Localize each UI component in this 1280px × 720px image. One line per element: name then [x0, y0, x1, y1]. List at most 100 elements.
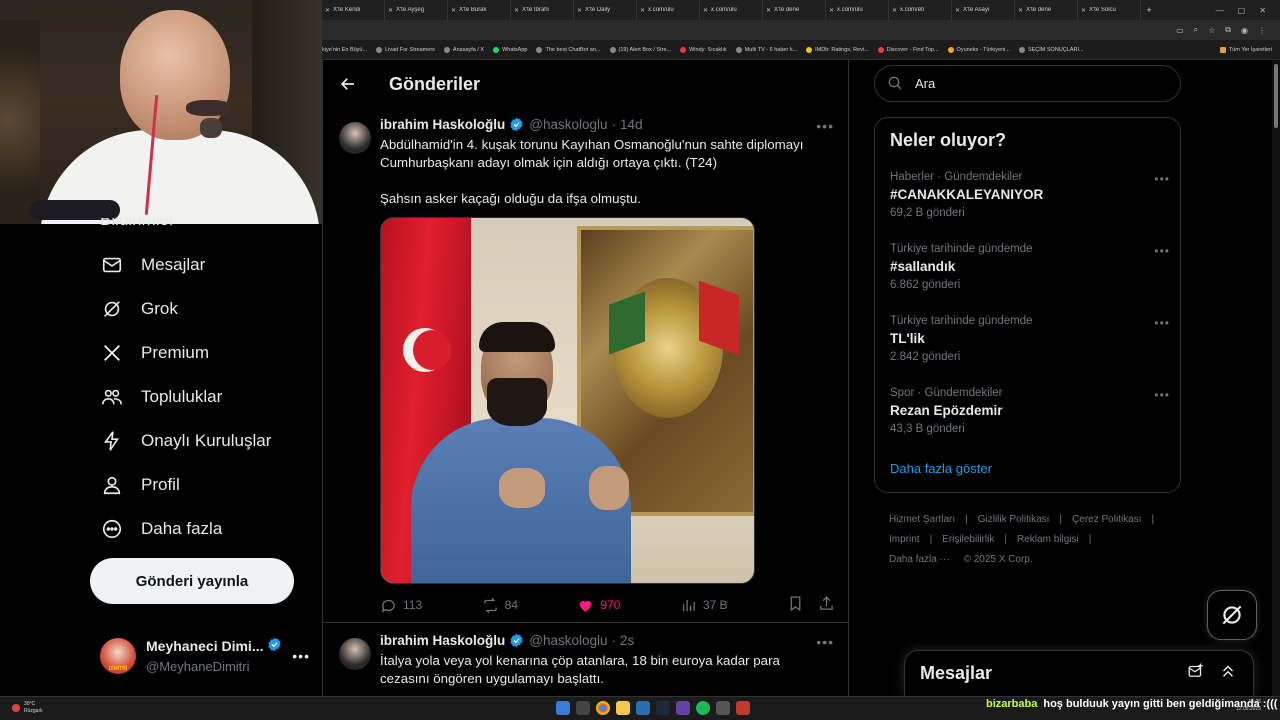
taskbar-clock[interactable]: 15:25 12.08.2025: [1236, 699, 1261, 713]
close-tab-icon[interactable]: ✕: [829, 7, 834, 14]
close-tab-icon[interactable]: ✕: [325, 7, 330, 14]
footer-link-accessibility[interactable]: Erişilebilirlik: [942, 530, 994, 550]
weather-widget[interactable]: 30°C Rüzgarlı: [12, 701, 43, 715]
close-window-icon[interactable]: ✕: [1259, 6, 1266, 15]
tweet-author-name[interactable]: ibrahim Haskoloğlu: [380, 117, 505, 132]
extensions-icon[interactable]: ⧉: [1225, 25, 1231, 35]
profile-icon[interactable]: ◉: [1241, 26, 1248, 35]
post-button[interactable]: Gönderi yayınla: [90, 558, 294, 604]
tweet-avatar[interactable]: [339, 638, 371, 670]
close-tab-icon[interactable]: ✕: [451, 7, 456, 14]
close-tab-icon[interactable]: ✕: [955, 7, 960, 14]
browser-tab[interactable]: ✕ x.com/ulu: [700, 0, 763, 20]
browser-tab[interactable]: ✕ x.com/eti: [889, 0, 952, 20]
more-dots-icon[interactable]: •••: [816, 118, 834, 134]
bookmark-item[interactable]: Oyuneks - Türkiyeni...: [947, 46, 1010, 53]
bookmark-item[interactable]: Livad For Streamers: [376, 46, 435, 53]
bookmark-item[interactable]: (19) Alert Box / Stre...: [609, 46, 671, 53]
sidebar-item-notifications-cut[interactable]: Bildirimler: [100, 218, 175, 226]
browser-tab[interactable]: ✕ X'te Asayi: [952, 0, 1015, 20]
app-icon[interactable]: [636, 701, 650, 715]
tweet-author-name[interactable]: ibrahim Haskoloğlu: [380, 633, 505, 648]
search-box[interactable]: [874, 65, 1181, 102]
messages-drawer[interactable]: Mesajlar: [904, 650, 1254, 696]
bookmark-item[interactable]: kiye'nin En Büyü...: [322, 47, 367, 53]
browser-tab[interactable]: ✕ X'te Burak: [448, 0, 511, 20]
footer-link-terms[interactable]: Hizmet Şartları: [889, 510, 955, 530]
account-switcher[interactable]: DİMİTRİ Meyhaneci Dimi... @MeyhaneDimitr…: [100, 636, 310, 676]
bookmark-item[interactable]: Anasayfa / X: [443, 46, 484, 53]
close-tab-icon[interactable]: ✕: [1018, 7, 1023, 14]
close-tab-icon[interactable]: ✕: [892, 7, 897, 14]
minimize-icon[interactable]: —: [1216, 6, 1224, 15]
sidebar-item-grok[interactable]: Grok: [100, 294, 178, 324]
bookmark-item[interactable]: Multi TV - 6 haber k...: [735, 46, 797, 53]
tweet-photo[interactable]: [380, 217, 755, 584]
views-button[interactable]: 37 B: [680, 597, 728, 614]
close-tab-icon[interactable]: ✕: [640, 7, 645, 14]
app-icon[interactable]: [716, 701, 730, 715]
spotify-icon[interactable]: [696, 701, 710, 715]
trend-item[interactable]: Türkiye tarihinde gündemde TL'lik 2.842 …: [890, 314, 1170, 374]
tweet-author-handle[interactable]: @haskologlu: [529, 633, 607, 648]
new-message-icon[interactable]: [1187, 662, 1205, 685]
new-tab-button[interactable]: +: [1141, 5, 1157, 15]
more-dots-icon[interactable]: •••: [1154, 244, 1170, 258]
footer-link-privacy[interactable]: Gizlilik Politikası: [978, 510, 1050, 530]
footer-link-more[interactable]: Daha fazla ···: [889, 550, 950, 570]
close-tab-icon[interactable]: ✕: [577, 7, 582, 14]
reply-button[interactable]: 113: [380, 597, 422, 614]
trend-item[interactable]: Türkiye tarihinde gündemde #sallandık 6.…: [890, 242, 1170, 302]
back-arrow-icon[interactable]: [339, 74, 359, 94]
page-scrollbar[interactable]: [1272, 60, 1280, 696]
expand-up-icon[interactable]: [1219, 662, 1237, 685]
close-tab-icon[interactable]: ✕: [766, 7, 771, 14]
all-bookmarks-folder[interactable]: Tüm Yer İşaretleri: [1219, 46, 1272, 53]
app-icon[interactable]: [736, 701, 750, 715]
tweet-timestamp[interactable]: 14d: [620, 117, 643, 132]
browser-tab[interactable]: ✕ X'te Kendi: [322, 0, 385, 20]
share-icon[interactable]: [818, 595, 835, 615]
trend-item[interactable]: Spor · Gündemdekiler Rezan Epözdemir 43,…: [890, 386, 1170, 446]
close-tab-icon[interactable]: ✕: [703, 7, 708, 14]
repost-button[interactable]: 84: [482, 597, 518, 614]
trend-item[interactable]: Haberler · Gündemdekiler #CANAKKALEYANIY…: [890, 170, 1170, 230]
steam-icon[interactable]: [656, 701, 670, 715]
like-button[interactable]: 970: [577, 597, 620, 614]
install-app-icon[interactable]: ▭: [1176, 26, 1184, 35]
tweet[interactable]: ibrahim Haskoloğlu @haskologlu · 2s ••• …: [323, 624, 848, 696]
browser-tab[interactable]: ✕ X'te Daily: [574, 0, 637, 20]
bookmark-item[interactable]: IMDb: Ratings, Revi...: [806, 46, 869, 53]
more-dots-icon[interactable]: •••: [1154, 388, 1170, 402]
maximize-icon[interactable]: ▢: [1238, 6, 1246, 15]
browser-menu-icon[interactable]: ⋮: [1258, 26, 1266, 35]
scrollbar-thumb[interactable]: [1274, 64, 1278, 128]
browser-tab[interactable]: ✕ x.com/ulu: [826, 0, 889, 20]
bookmark-star-icon[interactable]: ☆: [1208, 26, 1215, 35]
twitch-icon[interactable]: [676, 701, 690, 715]
browser-tab[interactable]: ✕ X'te İbrahi: [511, 0, 574, 20]
close-tab-icon[interactable]: ✕: [514, 7, 519, 14]
browser-tab[interactable]: ✕ X'te dene: [1015, 0, 1078, 20]
browser-tab[interactable]: ✕ x.com/ulu: [637, 0, 700, 20]
close-tab-icon[interactable]: ✕: [1081, 7, 1086, 14]
bookmark-icon[interactable]: [787, 595, 804, 615]
bookmark-item[interactable]: Discover - Find Top...: [877, 46, 939, 53]
more-dots-icon[interactable]: •••: [816, 634, 834, 650]
more-dots-icon[interactable]: •••: [1154, 316, 1170, 330]
footer-link-imprint[interactable]: Imprint: [889, 530, 920, 550]
sidebar-item-premium[interactable]: Premium: [100, 338, 209, 368]
chrome-icon[interactable]: [596, 701, 610, 715]
browser-tab[interactable]: ✕ X'te dene: [763, 0, 826, 20]
bookmark-item[interactable]: SEÇİM SONUÇLARI...: [1018, 46, 1084, 53]
sidebar-item-messages[interactable]: Mesajlar: [100, 250, 205, 280]
zoom-icon[interactable]: ⌕: [1194, 25, 1198, 35]
sidebar-item-verified-orgs[interactable]: Onaylı Kuruluşlar: [100, 426, 271, 456]
sidebar-item-profile[interactable]: Profil: [100, 470, 180, 500]
more-dots-icon[interactable]: •••: [1154, 172, 1170, 186]
footer-link-ads-info[interactable]: Reklam bilgisi: [1017, 530, 1079, 550]
close-tab-icon[interactable]: ✕: [388, 7, 393, 14]
bookmark-item[interactable]: WhatsApp: [493, 46, 527, 53]
start-windows-icon[interactable]: [556, 701, 570, 715]
search-taskbar-icon[interactable]: [576, 701, 590, 715]
